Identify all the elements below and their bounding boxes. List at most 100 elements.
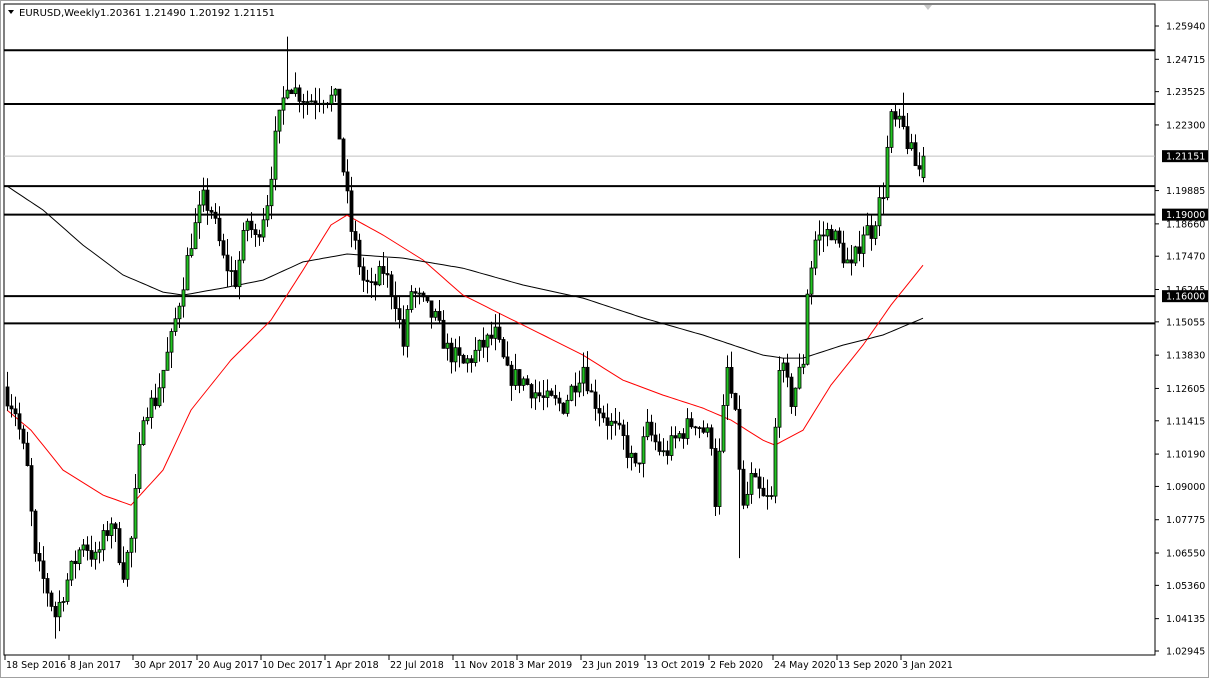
candle-body-bear	[250, 221, 253, 229]
candle-body-bull	[282, 98, 285, 110]
y-tick-label: 1.06550	[1166, 549, 1205, 560]
candle-body-bear	[714, 448, 717, 506]
candle[interactable]	[338, 89, 341, 139]
candle-body-bull	[198, 205, 201, 223]
candle-body-bull	[722, 405, 725, 451]
candle-body-bull	[474, 350, 477, 362]
candlestick-chart[interactable]: 1.259401.247151.235251.223001.198851.186…	[0, 0, 1209, 678]
candle-body-bull	[270, 179, 273, 205]
candle-body-bull	[62, 601, 65, 602]
candle-body-bear	[562, 403, 565, 413]
candle[interactable]	[562, 402, 565, 415]
candle-body-bull	[662, 451, 665, 452]
candle-body-bull	[58, 602, 61, 616]
candle-body-bear	[222, 241, 225, 255]
candle-body-bull	[534, 393, 537, 398]
candle-body-bear	[738, 409, 741, 469]
candle-body-bull	[310, 101, 313, 102]
candle[interactable]	[854, 246, 857, 266]
candle-body-bull	[874, 226, 877, 239]
candle-body-bear	[302, 101, 305, 102]
candle[interactable]	[142, 417, 145, 446]
candle-body-bull	[278, 110, 281, 131]
candle[interactable]	[774, 418, 777, 503]
candle-body-bear	[530, 385, 533, 398]
candle-body-bull	[890, 112, 893, 148]
candle-body-bear	[542, 396, 545, 398]
x-tick-label: 18 Sep 2016	[6, 660, 66, 671]
candle-body-bull	[802, 364, 805, 367]
candle-body-bear	[34, 511, 37, 553]
candle-body-bear	[254, 230, 257, 235]
candle-body-bull	[522, 379, 525, 386]
candle-body-bull	[238, 260, 241, 287]
candle-body-bear	[598, 408, 601, 413]
candle[interactable]	[714, 439, 717, 516]
candle[interactable]	[806, 289, 809, 365]
candle-body-bear	[234, 271, 237, 287]
y-tick-label: 1.25940	[1166, 22, 1205, 33]
candle-body-bull	[410, 292, 413, 310]
candle-body-bull	[94, 552, 97, 559]
candle-body-bull	[166, 352, 169, 370]
candle-body-bull	[806, 294, 809, 364]
candle-body-bull	[670, 436, 673, 456]
candle[interactable]	[570, 384, 573, 401]
candle-body-bull	[566, 400, 569, 413]
candle-body-bear	[394, 296, 397, 308]
candle-body-bull	[546, 391, 549, 398]
candle-body-bull	[262, 220, 265, 237]
x-tick-label: 11 Nov 2018	[454, 660, 515, 671]
candle-body-bear	[550, 391, 553, 395]
candle-body-bull	[286, 90, 289, 98]
candle-body-bull	[726, 367, 729, 405]
candle[interactable]	[890, 109, 893, 153]
candle-body-bull	[98, 550, 101, 552]
x-tick-label: 20 Aug 2017	[198, 660, 259, 671]
candle-body-bull	[706, 428, 709, 432]
x-tick-label: 30 Apr 2017	[134, 660, 193, 671]
candle-body-bull	[126, 552, 129, 579]
x-tick-label: 13 Oct 2019	[646, 660, 705, 671]
candle-body-bear	[106, 531, 109, 536]
candle-body-bull	[466, 359, 469, 363]
candle-body-bear	[850, 260, 853, 263]
candle-body-bull	[686, 419, 689, 439]
candle-body-bull	[854, 247, 857, 263]
candle-body-bull	[910, 143, 913, 149]
x-tick-label: 3 Jan 2021	[902, 660, 953, 671]
candle-body-bear	[50, 593, 53, 606]
candle[interactable]	[118, 522, 121, 565]
candle-body-bear	[622, 425, 625, 436]
candle[interactable]	[462, 354, 465, 364]
candle[interactable]	[342, 138, 345, 176]
candle-body-bear	[30, 466, 33, 512]
candle-body-bear	[602, 413, 605, 418]
candle-body-bull	[514, 370, 517, 386]
candle-body-bull	[266, 206, 269, 220]
x-tick-label: 3 Mar 2019	[518, 660, 572, 671]
y-tick-label: 1.23525	[1166, 87, 1205, 98]
candle-body-bear	[298, 88, 301, 102]
candle-body-bull	[170, 332, 173, 353]
candle-body-bull	[778, 370, 781, 427]
candle-body-bull	[130, 538, 133, 552]
x-tick-label: 24 May 2020	[774, 660, 836, 671]
candle-body-bull	[834, 231, 837, 240]
candle-body-bear	[462, 355, 465, 363]
candle-body-bear	[558, 398, 561, 403]
candle-body-bear	[506, 357, 509, 365]
candle-body-bear	[358, 240, 361, 267]
candle-body-bull	[174, 319, 177, 332]
candle-body-bear	[314, 101, 317, 103]
y-tick-label: 1.15055	[1166, 317, 1205, 328]
candle-body-bull	[866, 226, 869, 235]
candle-body-bear	[346, 172, 349, 191]
candle-body-bull	[182, 290, 185, 306]
candle-body-bull	[110, 524, 113, 536]
candle[interactable]	[502, 337, 505, 359]
candle[interactable]	[734, 393, 737, 411]
candle-body-bear	[754, 473, 757, 477]
candle-body-bull	[486, 335, 489, 347]
candle-body-bear	[742, 469, 745, 505]
